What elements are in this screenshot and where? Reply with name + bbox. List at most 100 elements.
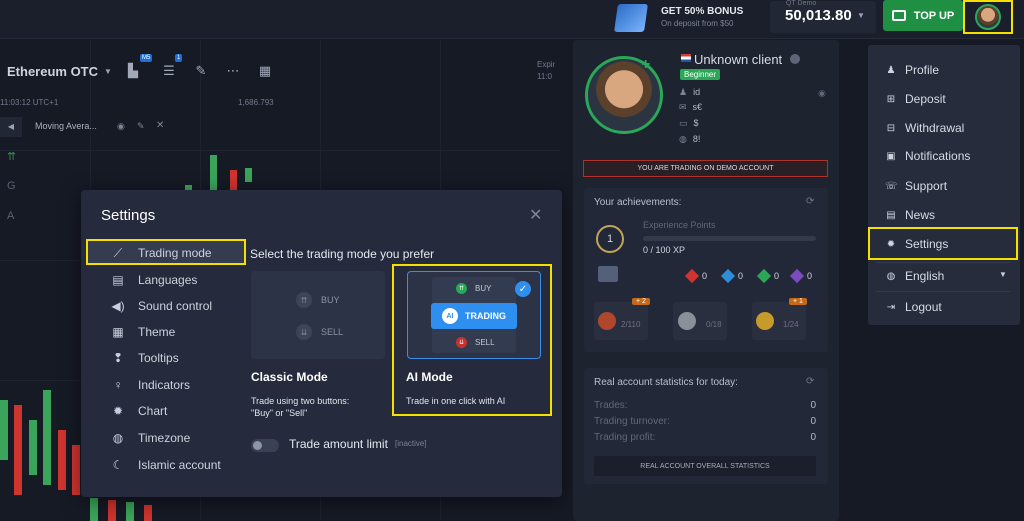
- dropdown-item-support[interactable]: ☏ Support: [885, 177, 947, 195]
- balance-value: 50,013.80: [785, 7, 852, 24]
- menu-item-chart[interactable]: ✹ Chart: [110, 401, 167, 421]
- dropdown-label: Support: [905, 179, 948, 193]
- dropdown-item-notifications[interactable]: ▣ Notifications: [885, 147, 970, 165]
- dropdown-item-language[interactable]: ◍ English: [885, 267, 945, 285]
- achievement-plus: + 2: [632, 298, 650, 305]
- menu-item-theme[interactable]: ▦ Theme: [110, 322, 175, 342]
- ai-buy-preview: ⇈ BUY: [456, 283, 491, 294]
- menu-item-sound-control[interactable]: ◀) Sound control: [110, 296, 212, 316]
- bonus-title[interactable]: GET 50% BONUS: [661, 6, 743, 17]
- withdrawal-icon: ⊟: [886, 122, 896, 134]
- level-circle: 1: [596, 225, 624, 253]
- classic-buy-preview: ⇈ BUY: [296, 292, 340, 308]
- asset-selector[interactable]: Ethereum OTC: [7, 64, 98, 79]
- arrow-down-icon: ⇊: [456, 337, 467, 348]
- trend-tool-icon[interactable]: ⇈: [7, 150, 16, 163]
- profile-id-row: ♟ id: [679, 87, 700, 98]
- xp-value: 0 / 100 XP: [643, 245, 686, 255]
- menu-item-islamic-account[interactable]: ☾ Islamic account: [110, 455, 221, 475]
- indicators-icon[interactable]: ☰: [160, 62, 178, 80]
- balance-label: QT Demo: [786, 0, 817, 7]
- stat-row: Trading profit: 0: [594, 432, 816, 443]
- chevron-down-icon[interactable]: ▼: [104, 67, 112, 76]
- more-icon[interactable]: ⋯: [224, 62, 242, 80]
- menu-item-tooltips[interactable]: ❢ Tooltips: [110, 348, 179, 368]
- refresh-icon[interactable]: ⟳: [806, 196, 814, 207]
- menu-item-timezone[interactable]: ◍ Timezone: [110, 428, 191, 448]
- edit-icon[interactable]: ✎: [137, 121, 145, 132]
- menu-item-label: Sound control: [138, 299, 213, 313]
- plus-icon[interactable]: +: [641, 56, 650, 74]
- eye-icon[interactable]: ◉: [117, 121, 125, 132]
- candle: [245, 168, 252, 182]
- ai-sell-preview: ⇊ SELL: [456, 337, 495, 348]
- menu-item-languages[interactable]: ▤ Languages: [110, 270, 197, 290]
- dropdown-item-news[interactable]: ▤ News: [885, 206, 935, 224]
- overall-stats-button[interactable]: REAL ACCOUNT OVERALL STATISTICS: [594, 456, 816, 476]
- gem-icon: [720, 268, 736, 284]
- inbox-icon: ▣: [886, 150, 896, 162]
- menu-item-trading-mode[interactable]: ⟋ Trading mode: [110, 243, 212, 263]
- ai-badge: AI: [442, 308, 458, 324]
- dropdown-item-settings[interactable]: ✹ Settings: [885, 235, 949, 253]
- stat-value: 0: [810, 432, 816, 443]
- globe-icon: ◍: [112, 431, 124, 445]
- dropdown-item-logout[interactable]: ⇥ Logout: [885, 298, 942, 316]
- grid-tool-icon[interactable]: G: [7, 180, 16, 192]
- stat-value: 0: [810, 400, 816, 411]
- speaker-icon: ◀): [111, 299, 125, 313]
- chart-line-icon: ⟋: [113, 245, 123, 260]
- flag-icon: [681, 54, 691, 62]
- buy-label: BUY: [321, 295, 340, 305]
- dropdown-item-deposit[interactable]: ⊞ Deposit: [885, 90, 946, 108]
- gear-icon: ✹: [112, 404, 124, 418]
- stats-title: Real account statistics for today:: [594, 377, 738, 388]
- chart-price: 1,686.793: [238, 98, 274, 107]
- globe-icon: ◍: [886, 270, 896, 282]
- chevron-down-icon[interactable]: ▼: [999, 270, 1007, 279]
- gem-purple: 0: [789, 268, 812, 284]
- collapse-icon[interactable]: ◀: [0, 117, 22, 137]
- card-icon: ▭: [679, 118, 688, 128]
- menu-item-indicators[interactable]: ♀ Indicators: [110, 375, 191, 395]
- chevron-down-icon[interactable]: ▼: [857, 11, 865, 20]
- chest-icon[interactable]: [598, 266, 618, 282]
- triangle-tool-icon[interactable]: A: [7, 210, 14, 222]
- timeframe-icon[interactable]: ▙: [124, 62, 142, 80]
- candle: [108, 500, 116, 521]
- stat-row: Trading turnover: 0: [594, 416, 816, 427]
- verification-icon: [790, 54, 800, 64]
- stat-row: Trades: 0: [594, 400, 816, 411]
- dropdown-item-profile[interactable]: ♟ Profile: [885, 61, 940, 79]
- logout-icon: ⇥: [886, 301, 896, 313]
- classic-mode-card[interactable]: [251, 271, 385, 359]
- avatar-button[interactable]: [963, 0, 1013, 34]
- gem-red: 0: [684, 268, 707, 284]
- bonus-gift-icon[interactable]: [614, 4, 648, 32]
- indicators-badge: 1: [175, 54, 183, 62]
- candle: [72, 445, 80, 495]
- grid-line: [0, 150, 560, 151]
- divider: [876, 262, 1010, 263]
- mail-icon: ✉: [679, 102, 687, 112]
- wallet-icon: [891, 10, 906, 21]
- profile-avatar[interactable]: [585, 56, 663, 134]
- menu-item-label: Theme: [138, 325, 176, 339]
- layout-grid-icon[interactable]: ▦: [256, 62, 274, 80]
- dropdown-item-withdrawal[interactable]: ⊟ Withdrawal: [885, 119, 965, 137]
- classic-sell-preview: ⇊ SELL: [296, 324, 343, 340]
- eye-icon[interactable]: ◉: [818, 88, 826, 99]
- top-up-button[interactable]: TOP UP: [883, 0, 963, 31]
- refresh-icon[interactable]: ⟳: [806, 376, 814, 387]
- close-icon[interactable]: ✕: [529, 205, 542, 225]
- medal-icon: [756, 312, 774, 330]
- brush-icon[interactable]: ✎: [192, 62, 210, 80]
- menu-item-label: Languages: [138, 273, 198, 287]
- stat-value: 0: [810, 416, 816, 427]
- candle: [230, 170, 237, 190]
- stat-label: Trading turnover:: [594, 416, 670, 427]
- profile-ip: 8!: [692, 134, 701, 144]
- trade-limit-label: Trade amount limit: [289, 437, 388, 451]
- ai-mode-name: AI Mode: [406, 370, 453, 384]
- close-icon[interactable]: ✕: [156, 120, 164, 131]
